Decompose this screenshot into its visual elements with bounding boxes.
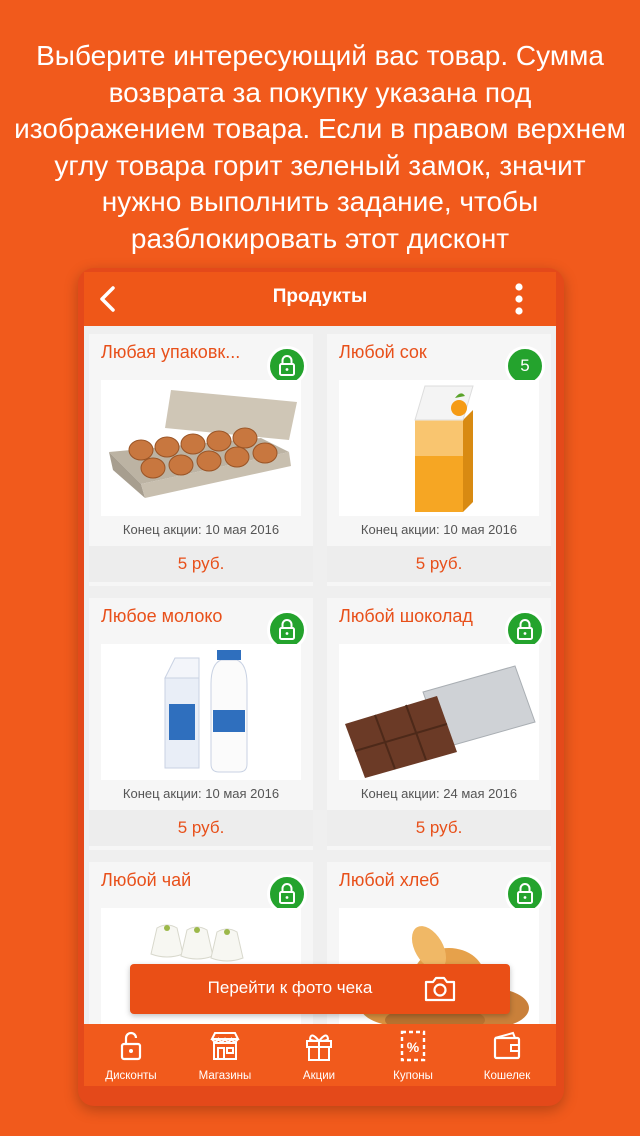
tab-stores[interactable]: Магазины bbox=[178, 1024, 272, 1086]
promo-end-date: Конец акции: 24 мая 2016 bbox=[360, 786, 518, 801]
wallet-icon bbox=[493, 1031, 521, 1060]
tab-label: Магазины bbox=[198, 1070, 252, 1082]
instruction-text: Выберите интересующий вас товар. Сумма в… bbox=[14, 40, 626, 254]
refund-price: 5 руб. bbox=[415, 554, 463, 573]
product-name: Любой шоколад bbox=[339, 606, 473, 626]
app-screen: Продукты Любая упаковк... Конец акции: 1… bbox=[84, 272, 556, 1086]
app-bar: Продукты bbox=[84, 272, 556, 326]
product-name: Любая упаковк... bbox=[101, 342, 241, 362]
tab-label: Акции bbox=[302, 1070, 336, 1082]
tab-label: Кошелек bbox=[483, 1070, 531, 1082]
promo-end-date: Конец акции: 10 мая 2016 bbox=[122, 522, 280, 537]
product-name: Любое молоко bbox=[101, 606, 223, 626]
tab-coupons[interactable]: % Купоны bbox=[366, 1024, 460, 1086]
unlock-icon bbox=[120, 1031, 142, 1061]
milk-image bbox=[101, 644, 301, 780]
coupon-icon: % bbox=[400, 1030, 426, 1062]
bottom-tab-bar: Дисконты Магазины Акции % Купоны Кошелек bbox=[84, 1024, 556, 1086]
tab-wallet[interactable]: Кошелек bbox=[460, 1024, 554, 1086]
svg-text:%: % bbox=[407, 1039, 420, 1055]
product-card-juice[interactable]: Любой сок 5 Конец акции: 10 мая 2016 5 р… bbox=[327, 334, 551, 586]
promo-end-date: Конец акции: 10 мая 2016 bbox=[360, 522, 518, 537]
tab-label: Дисконты bbox=[105, 1070, 157, 1082]
promo-end-date: Конец акции: 10 мая 2016 bbox=[122, 786, 280, 801]
tab-label: Купоны bbox=[393, 1070, 433, 1082]
product-name: Любой хлеб bbox=[339, 870, 440, 890]
product-card-eggs[interactable]: Любая упаковк... Конец акции: 10 мая 201… bbox=[89, 334, 313, 586]
chocolate-image bbox=[339, 644, 539, 780]
tab-discounts[interactable]: Дисконты bbox=[84, 1024, 178, 1086]
camera-icon bbox=[424, 976, 456, 1002]
page-title: Продукты bbox=[272, 286, 368, 307]
more-menu-icon[interactable] bbox=[506, 281, 532, 317]
product-name: Любой чай bbox=[101, 870, 192, 890]
store-icon bbox=[210, 1032, 240, 1060]
product-card-chocolate[interactable]: Любой шоколад Конец акции: 24 мая 2016 5… bbox=[327, 598, 551, 850]
cta-label: Перейти к фото чека bbox=[207, 978, 373, 997]
product-name: Любой сок bbox=[339, 342, 427, 362]
go-to-receipt-photo-button[interactable]: Перейти к фото чека bbox=[130, 964, 510, 1014]
gift-icon bbox=[306, 1034, 332, 1061]
refund-price: 5 руб. bbox=[177, 554, 225, 573]
tab-promotions[interactable]: Акции bbox=[272, 1024, 366, 1086]
eggs-image bbox=[101, 380, 301, 516]
juice-image bbox=[339, 380, 539, 516]
refund-price: 5 руб. bbox=[415, 818, 463, 837]
product-card-milk[interactable]: Любое молоко Конец акции: 10 мая 2016 5 … bbox=[89, 598, 313, 850]
refund-price: 5 руб. bbox=[177, 818, 225, 837]
